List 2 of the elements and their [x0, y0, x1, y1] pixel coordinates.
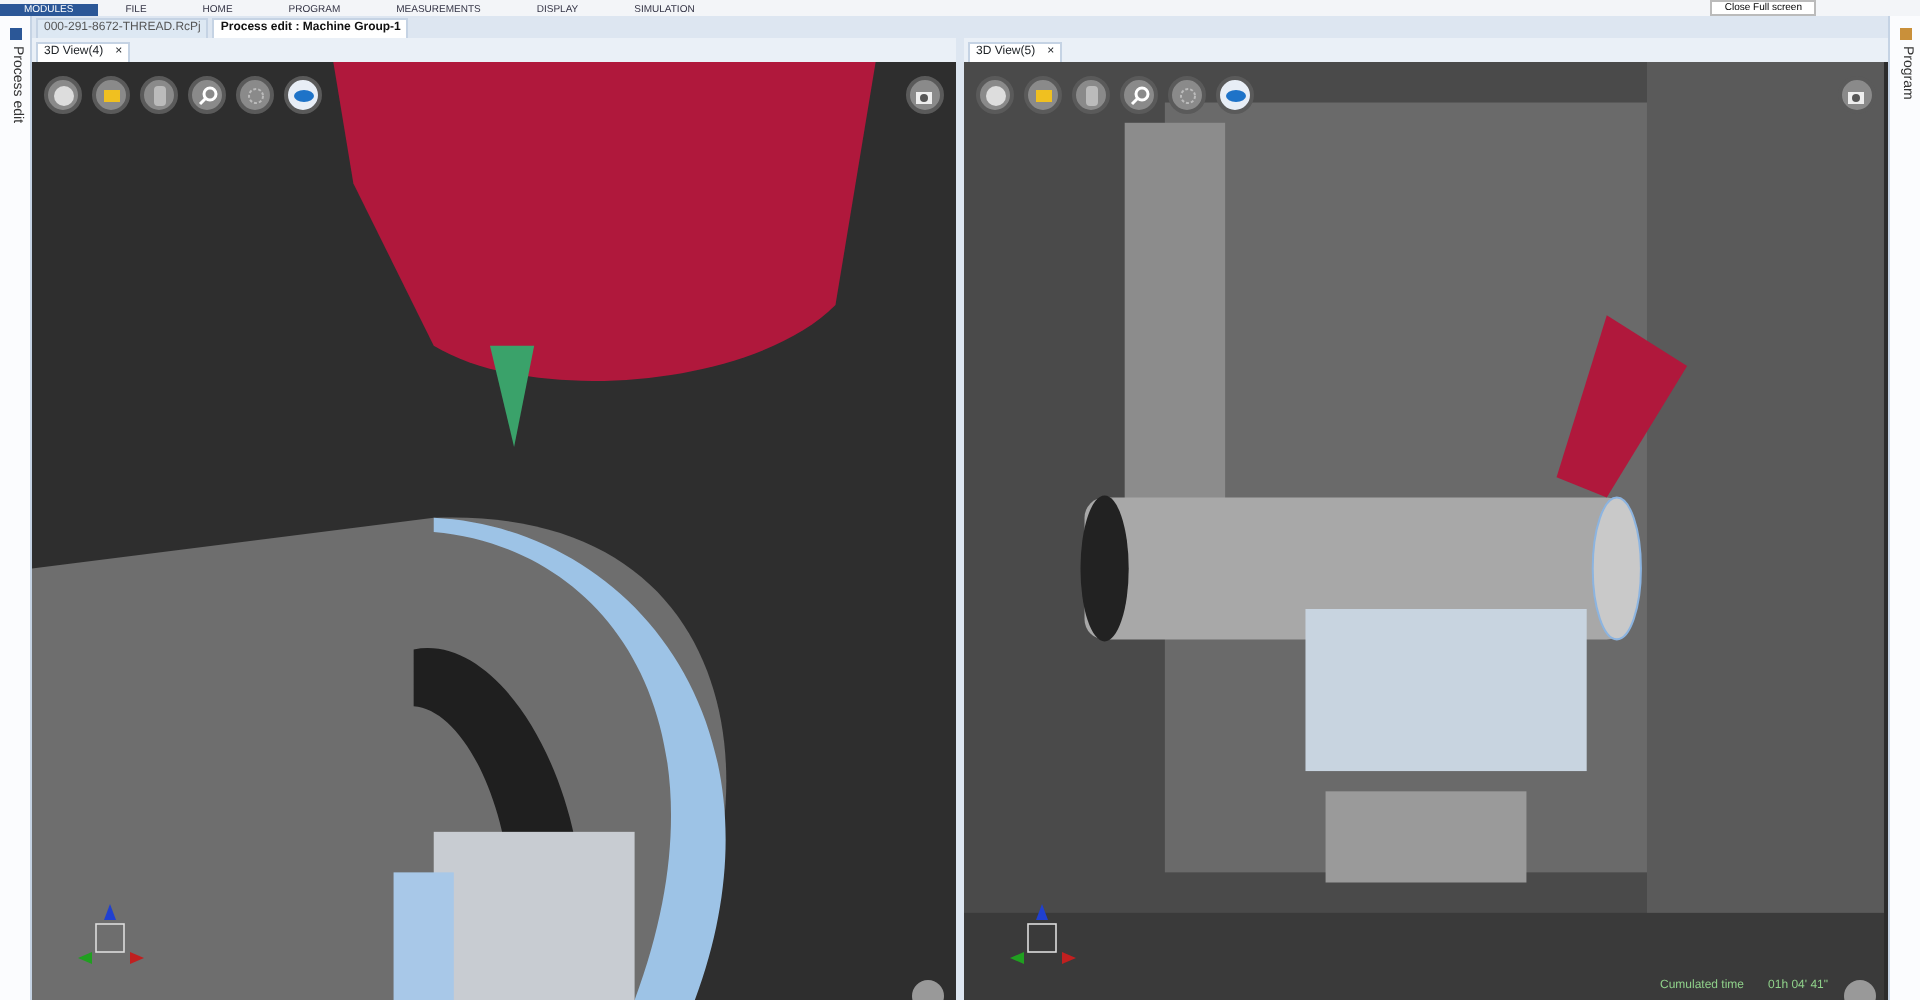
- panel-icon: [9, 28, 21, 40]
- panel-icon: [1899, 28, 1911, 40]
